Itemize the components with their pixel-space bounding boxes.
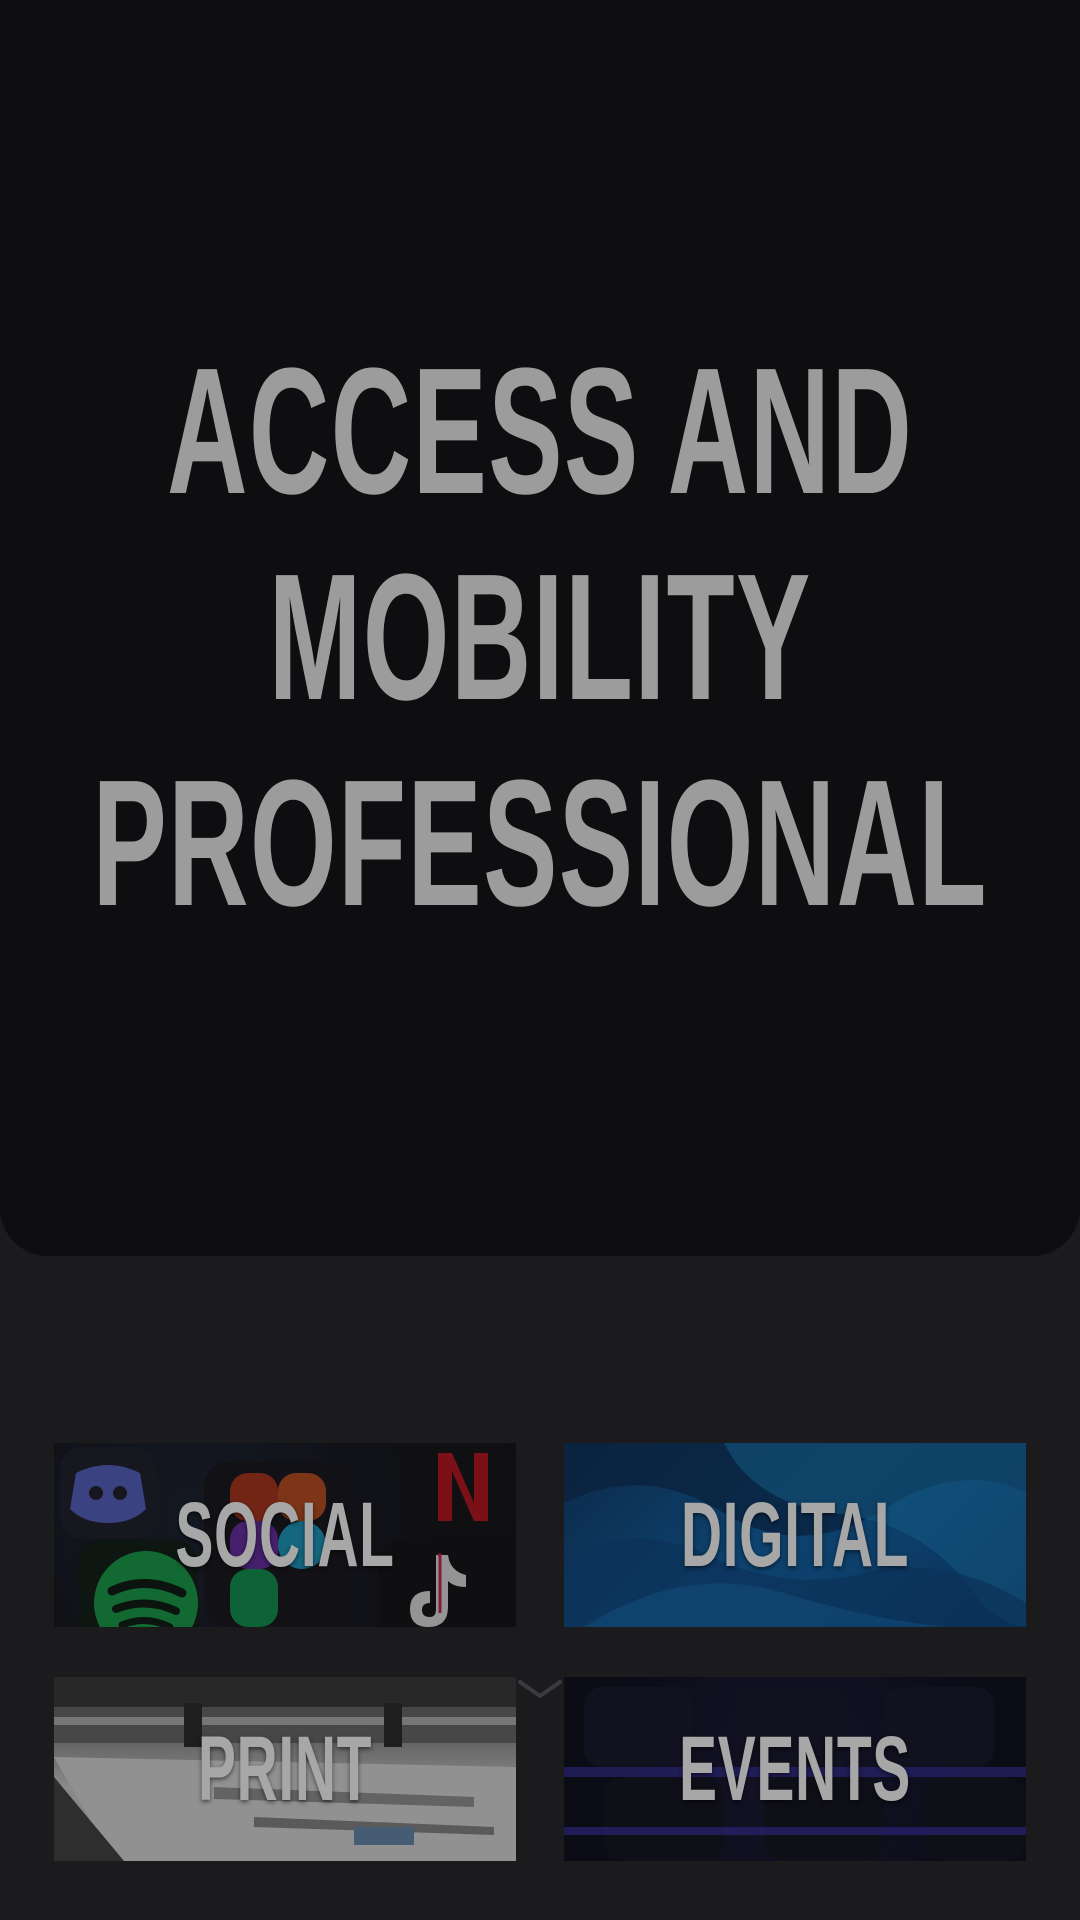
hero-title-line-3: PROFESSIONAL: [92, 743, 988, 944]
tile-social-label: SOCIAL: [175, 1483, 395, 1586]
hero-title-line-2: MOBILITY: [268, 537, 812, 738]
chevron-down-icon[interactable]: [516, 1678, 564, 1702]
tile-digital[interactable]: DIGITAL: [564, 1443, 1026, 1627]
tile-social[interactable]: SOCIAL: [54, 1443, 516, 1627]
page: ACCESS AND MOBILITY PROFESSIONAL SOCIAL …: [0, 0, 1080, 1920]
category-tiles: SOCIAL DIGITAL PRINT EVENTS: [54, 1443, 1026, 1861]
hero-section: ACCESS AND MOBILITY PROFESSIONAL: [0, 0, 1080, 1256]
hero-title: ACCESS AND MOBILITY PROFESSIONAL: [92, 309, 987, 947]
tile-events[interactable]: EVENTS: [564, 1677, 1026, 1861]
tile-digital-label: DIGITAL: [680, 1483, 910, 1586]
tile-events-label: EVENTS: [679, 1717, 911, 1820]
tile-print[interactable]: PRINT: [54, 1677, 516, 1861]
tile-print-label: PRINT: [197, 1717, 373, 1820]
hero-title-line-1: ACCESS AND: [166, 331, 914, 532]
